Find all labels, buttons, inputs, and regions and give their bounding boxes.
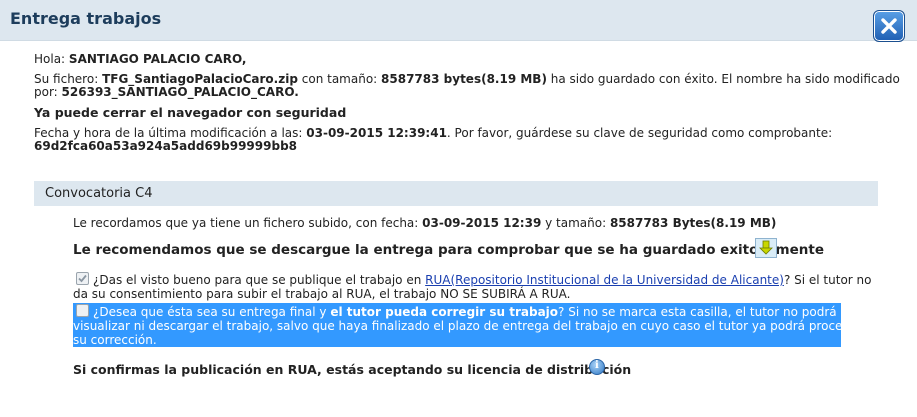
reminder-mid: y tamaño: (541, 216, 610, 230)
file-prefix: Su fichero: (34, 72, 103, 86)
modified-datetime: 03-09-2015 12:39:41 (306, 126, 447, 140)
license-note: Si confirmas la publicación en RUA, está… (73, 362, 632, 377)
reminder-line: Le recordamos que ya tiene un fichero su… (73, 216, 776, 230)
rua-consent-line2: da su consentimiento para subir el traba… (73, 287, 571, 301)
final-text-after: ? Si no se marca esta casilla, el tutor … (558, 305, 837, 319)
dialog-titlebar: Entrega trabajos (0, 0, 917, 41)
renamed-prefix: por: (34, 85, 62, 99)
file-name: TFG_SantiagoPalacioCaro.zip (102, 72, 298, 86)
rua-text-after: ? Si el tutor no (783, 273, 872, 287)
final-delivery-checkbox[interactable] (76, 304, 89, 317)
file-line: Su fichero: TFG_SantiagoPalacioCaro.zip … (34, 72, 900, 86)
file-suffix: ha sido guardado con éxito. El nombre ha… (546, 72, 900, 86)
file-size-prefix: con tamaño: (297, 72, 382, 86)
reminder-size: 8587783 Bytes(8.19 MB) (609, 216, 777, 230)
rua-text-before: ¿Das el visto bueno para que se publique… (93, 273, 426, 287)
final-delivery-text: ¿Desea que ésta sea su entrega final y e… (93, 305, 837, 319)
security-key: 69d2fca60a53a924a5add69b99999bb8 (34, 139, 298, 153)
download-arrow-icon[interactable] (755, 238, 777, 258)
close-icon (881, 18, 897, 34)
final-text-bold: el tutor pueda corregir su trabajo (330, 305, 559, 319)
download-recommendation: Le recomendamos que se descargue la entr… (73, 242, 824, 258)
greeting-prefix: Hola: (34, 52, 69, 66)
user-name: SANTIAGO PALACIO CARO, (68, 52, 247, 66)
greeting-line: Hola: SANTIAGO PALACIO CARO, (34, 52, 246, 66)
final-delivery-line2: visualizar ni descargar el trabajo, salv… (73, 319, 874, 333)
file-size: 8587783 bytes(8.19 MB) (381, 72, 547, 86)
convocatoria-title: Convocatoria C4 (45, 186, 153, 201)
file-renamed-line: por: 526393_SANTIAGO_PALACIO_CARO. (34, 85, 299, 99)
info-icon[interactable]: i (589, 359, 605, 375)
rua-consent-checkbox[interactable] (76, 272, 89, 285)
checkmark-icon (78, 274, 87, 283)
modified-suffix: . Por favor, guárdese su clave de seguri… (446, 126, 833, 140)
convocatoria-header: Convocatoria C4 (34, 181, 878, 206)
close-button[interactable] (873, 10, 905, 42)
safe-close-message: Ya puede cerrar el navegador con segurid… (34, 105, 347, 120)
final-text-before: ¿Desea que ésta sea su entrega final y (93, 305, 331, 319)
reminder-prefix: Le recordamos que ya tiene un fichero su… (73, 216, 423, 230)
reminder-date: 03-09-2015 12:39 (422, 216, 542, 230)
renamed-file-name: 526393_SANTIAGO_PALACIO_CARO. (61, 85, 299, 99)
dialog-title: Entrega trabajos (10, 9, 162, 28)
modified-prefix: Fecha y hora de la última modificación a… (34, 126, 307, 140)
rua-link[interactable]: RUA(Repositorio Institucional de la Univ… (425, 273, 784, 287)
rua-consent-text: ¿Das el visto bueno para que se publique… (93, 273, 872, 287)
modified-line: Fecha y hora de la última modificación a… (34, 126, 832, 140)
final-delivery-line3: su corrección. (73, 333, 157, 347)
